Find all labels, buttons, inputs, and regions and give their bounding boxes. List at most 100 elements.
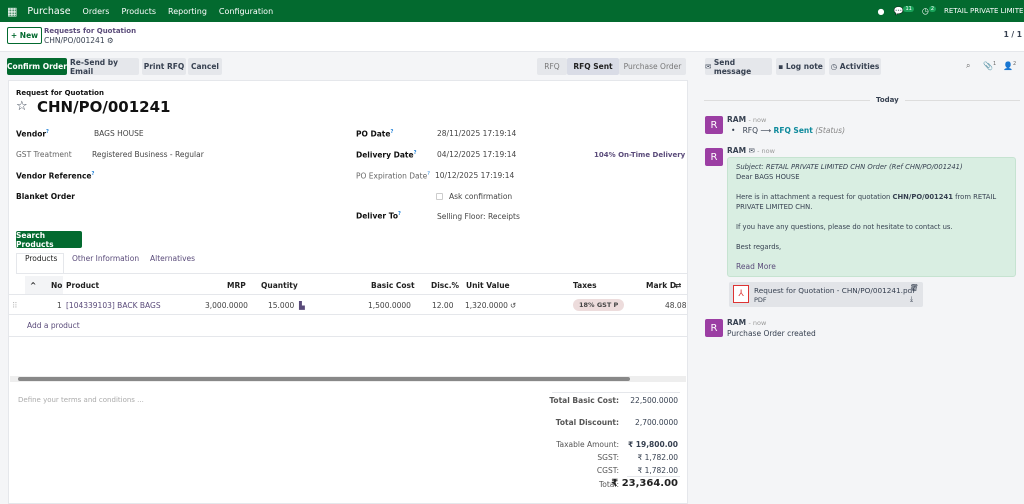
col-quantity[interactable]: Quantity [261,281,298,290]
vendor-reference-label: Vendor Reference? [16,171,95,181]
column-toggle-icon[interactable]: ⇄ [675,281,681,290]
tax-badge[interactable]: 18% GST P [573,299,625,311]
on-time-delivery[interactable]: 104% On-Time Delivery [594,151,685,159]
menu-orders[interactable]: Orders [83,7,110,16]
col-mrp[interactable]: MRP [227,281,246,290]
delete-icon[interactable]: 🗑 [910,284,919,292]
col-product[interactable]: Product [66,281,99,290]
attachment-name[interactable]: Request for Quotation - CHN/PO/001241.pd… [754,286,915,295]
ask-confirmation-checkbox[interactable] [436,193,443,200]
email-subject: Subject: RETAIL PRIVATE LIMITED CHN Orde… [736,163,963,171]
app-name[interactable]: Purchase [27,6,70,17]
scrollbar-thumb[interactable] [18,377,630,381]
po-date-label: PO Date? [356,129,394,139]
download-icon[interactable]: ⤓ [910,295,913,304]
debug-icon[interactable]: ● [878,7,885,16]
tracking-value: • RFQ ⟶ RFQ Sent (Status) [731,126,846,135]
breadcrumb-parent[interactable]: Requests for Quotation [44,27,136,35]
col-basic-cost[interactable]: Basic Cost [371,281,415,290]
forecast-chart-icon[interactable]: ▙ [299,301,305,310]
author[interactable]: RAM [727,318,746,327]
attachment-card[interactable]: ⅄ Request for Quotation - CHN/PO/001241.… [729,282,923,307]
cancel-button[interactable]: Cancel [188,58,222,75]
expiry-field[interactable]: 10/12/2025 17:19:14 [435,171,514,180]
row-disc[interactable]: 12.00 [432,301,453,310]
timestamp: - now [757,147,775,155]
send-message-label: Send message [713,57,752,76]
email-bubble: Subject: RETAIL PRIVATE LIMITED CHN Orde… [727,157,1016,277]
send-message-button[interactable]: ✉ Send message [705,57,772,76]
row-mrp[interactable]: 3,000.0000 [205,301,248,310]
paperclip-icon[interactable]: 📎1 [983,61,996,71]
author[interactable]: RAM [727,146,746,155]
search-products-button[interactable]: Search Products [16,231,82,249]
avatar[interactable]: R [705,116,723,134]
chat-icon[interactable]: 💬 11 [893,6,914,16]
deliver-to-field[interactable]: Selling Floor: Receipts [437,212,520,221]
pager[interactable]: 1 / 1 [1004,30,1022,39]
breadcrumb-current: CHN/PO/001241 ⚙ [44,36,114,45]
confirm-order-button[interactable]: Confirm Order [7,58,67,75]
email-body-2: If you have any questions, please do not… [736,223,953,231]
activity-icon[interactable]: ◷ 2 [922,6,936,16]
resend-email-button[interactable]: Re-Send by Email [70,58,139,76]
tab-alternatives[interactable]: Alternatives [150,254,195,263]
menu-products[interactable]: Products [121,7,156,16]
gst-field[interactable]: Registered Business - Regular [92,150,204,159]
table-header-divider [8,294,688,295]
row-unit-value[interactable]: 1,320.0000 [465,301,508,310]
delivery-date-field[interactable]: 04/12/2025 17:19:14 [437,150,516,159]
col-disc[interactable]: Disc.% [431,281,459,290]
attachment-count: 1 [992,61,997,67]
row-qty[interactable]: 15.000 [268,301,294,310]
menu-configuration[interactable]: Configuration [219,7,273,16]
tab-other-information[interactable]: Other Information [72,254,139,263]
row-mark-d[interactable]: 48.08 [665,301,686,310]
row-basic-cost[interactable]: 1,500.0000 [368,301,411,310]
log-note-button[interactable]: ▪ Log note [776,58,825,75]
tab-products[interactable]: Products [25,254,57,263]
vendor-field[interactable]: BAGS HOUSE [94,129,144,138]
row-no: 1 [57,301,62,310]
reset-icon[interactable]: ↺ [510,301,516,310]
add-product-link[interactable]: Add a product [27,321,80,330]
drag-handle-icon[interactable]: ⠿ [12,301,18,310]
total-divider [627,476,680,477]
star-icon[interactable]: ☆ [16,99,28,114]
total-discount-label: Total Discount: [555,418,619,427]
vendor-label: Vendor? [16,129,49,139]
collapse-icon[interactable]: ^ [30,281,36,290]
col-taxes[interactable]: Taxes [573,281,597,290]
search-icon[interactable]: ⌕ [966,61,970,71]
col-unit-value[interactable]: Unit Value [466,281,510,290]
gear-icon[interactable]: ⚙ [107,36,114,45]
status-purchase-order[interactable]: Purchase Order [619,58,686,75]
followers-icon[interactable]: 👤2 [1003,61,1016,71]
new-button[interactable]: + New [7,27,42,44]
col-no[interactable]: No [51,281,62,290]
total-basic-cost-label: Total Basic Cost: [549,396,619,405]
sgst-label: SGST: [597,453,619,462]
email-ref: CHN/PO/001241 [892,193,953,201]
po-date-field[interactable]: 28/11/2025 17:19:14 [437,129,516,138]
company-switcher[interactable]: RETAIL PRIVATE LIMITED [944,7,1024,15]
print-rfq-button[interactable]: Print RFQ [142,58,186,75]
read-more-link[interactable]: Read More [736,262,776,271]
follower-count: 2 [1012,61,1017,67]
col-mark-d[interactable]: Mark D [646,281,676,290]
control-panel: + New Requests for Quotation CHN/PO/0012… [0,22,1024,52]
status-rfq-sent[interactable]: RFQ Sent [567,58,619,75]
add-row-divider [8,336,688,337]
message-body: Purchase Order created [727,329,816,338]
author[interactable]: RAM [727,115,746,124]
terms-input[interactable]: Define your terms and conditions ... [18,396,144,404]
row-product[interactable]: [104339103] BACK BAGS [66,301,161,310]
status-rfq[interactable]: RFQ [537,58,567,75]
avatar[interactable]: R [705,148,723,166]
pdf-icon: ⅄ [733,285,749,303]
avatar[interactable]: R [705,319,723,337]
menu-reporting[interactable]: Reporting [168,7,207,16]
app-grid-icon[interactable]: ▦ [7,5,17,18]
activities-button[interactable]: ◷ Activities [829,58,881,75]
horizontal-scrollbar[interactable] [10,376,686,382]
